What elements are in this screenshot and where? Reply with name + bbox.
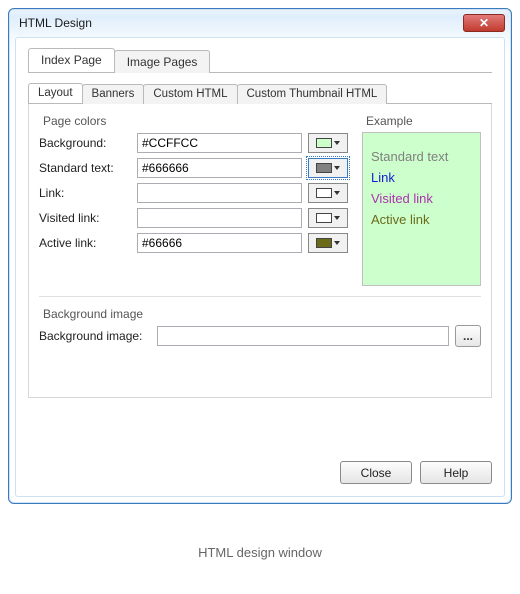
reflection: HTML design window bbox=[8, 522, 512, 582]
link-label: Link: bbox=[39, 186, 131, 200]
browse-button[interactable]: ... bbox=[455, 325, 481, 347]
background-label: Background: bbox=[39, 136, 131, 150]
visited-link-label: Visited link: bbox=[39, 211, 131, 225]
layout-panel: Page colors Background: Standard text: bbox=[28, 104, 492, 398]
link-color-picker[interactable] bbox=[308, 183, 348, 203]
background-swatch-icon bbox=[316, 138, 332, 148]
bg-image-group-label: Background image bbox=[39, 307, 481, 321]
dialog-footer: Close Help bbox=[28, 449, 492, 484]
background-color-picker[interactable] bbox=[308, 133, 348, 153]
active-link-label: Active link: bbox=[39, 236, 131, 250]
page-colors-group-label: Page colors bbox=[39, 114, 348, 128]
example-group-label: Example bbox=[362, 114, 481, 128]
visited-link-input[interactable] bbox=[137, 208, 302, 228]
link-swatch-icon bbox=[316, 188, 332, 198]
standard-text-label: Standard text: bbox=[39, 161, 131, 175]
subtab-custom-html[interactable]: Custom HTML bbox=[143, 84, 237, 104]
window-title: HTML Design bbox=[19, 16, 463, 30]
tab-index-page[interactable]: Index Page bbox=[28, 48, 115, 72]
example-active-link: Active link bbox=[371, 212, 472, 227]
active-link-color-picker[interactable] bbox=[308, 233, 348, 253]
window-close-button[interactable]: ✕ bbox=[463, 14, 505, 32]
example-visited-link: Visited link bbox=[371, 191, 472, 206]
ellipsis-icon: ... bbox=[463, 329, 473, 343]
close-button[interactable]: Close bbox=[340, 461, 412, 484]
main-tabstrip: Index Page Image Pages bbox=[28, 48, 492, 73]
bg-image-label: Background image: bbox=[39, 329, 151, 343]
example-link: Link bbox=[371, 170, 472, 185]
chevron-down-icon bbox=[334, 241, 340, 245]
titlebar: HTML Design ✕ bbox=[9, 9, 511, 37]
chevron-down-icon bbox=[334, 216, 340, 220]
standard-text-swatch-icon bbox=[316, 163, 332, 173]
background-input[interactable] bbox=[137, 133, 302, 153]
sub-tabstrip: Layout Banners Custom HTML Custom Thumbn… bbox=[28, 83, 492, 104]
chevron-down-icon bbox=[334, 191, 340, 195]
visited-link-swatch-icon bbox=[316, 213, 332, 223]
standard-text-input[interactable] bbox=[137, 158, 302, 178]
example-preview: Standard text Link Visited link Active l… bbox=[362, 132, 481, 286]
dialog-window: HTML Design ✕ Index Page Image Pages Lay… bbox=[8, 8, 512, 504]
index-page-panel: Layout Banners Custom HTML Custom Thumbn… bbox=[28, 83, 492, 398]
close-icon: ✕ bbox=[479, 16, 489, 30]
chevron-down-icon bbox=[334, 141, 340, 145]
subtab-banners[interactable]: Banners bbox=[82, 84, 145, 104]
subtab-layout[interactable]: Layout bbox=[28, 83, 83, 103]
visited-link-color-picker[interactable] bbox=[308, 208, 348, 228]
link-input[interactable] bbox=[137, 183, 302, 203]
figure-caption: HTML design window bbox=[8, 522, 512, 582]
chevron-down-icon bbox=[334, 166, 340, 170]
client-area: Index Page Image Pages Layout Banners Cu… bbox=[15, 37, 505, 497]
active-link-swatch-icon bbox=[316, 238, 332, 248]
subtab-custom-thumbnail-html[interactable]: Custom Thumbnail HTML bbox=[237, 84, 388, 104]
tab-image-pages[interactable]: Image Pages bbox=[114, 50, 211, 73]
separator bbox=[39, 296, 481, 297]
standard-text-color-picker[interactable] bbox=[308, 158, 348, 178]
active-link-input[interactable] bbox=[137, 233, 302, 253]
example-standard-text: Standard text bbox=[371, 149, 472, 164]
bg-image-input[interactable] bbox=[157, 326, 449, 346]
help-button[interactable]: Help bbox=[420, 461, 492, 484]
